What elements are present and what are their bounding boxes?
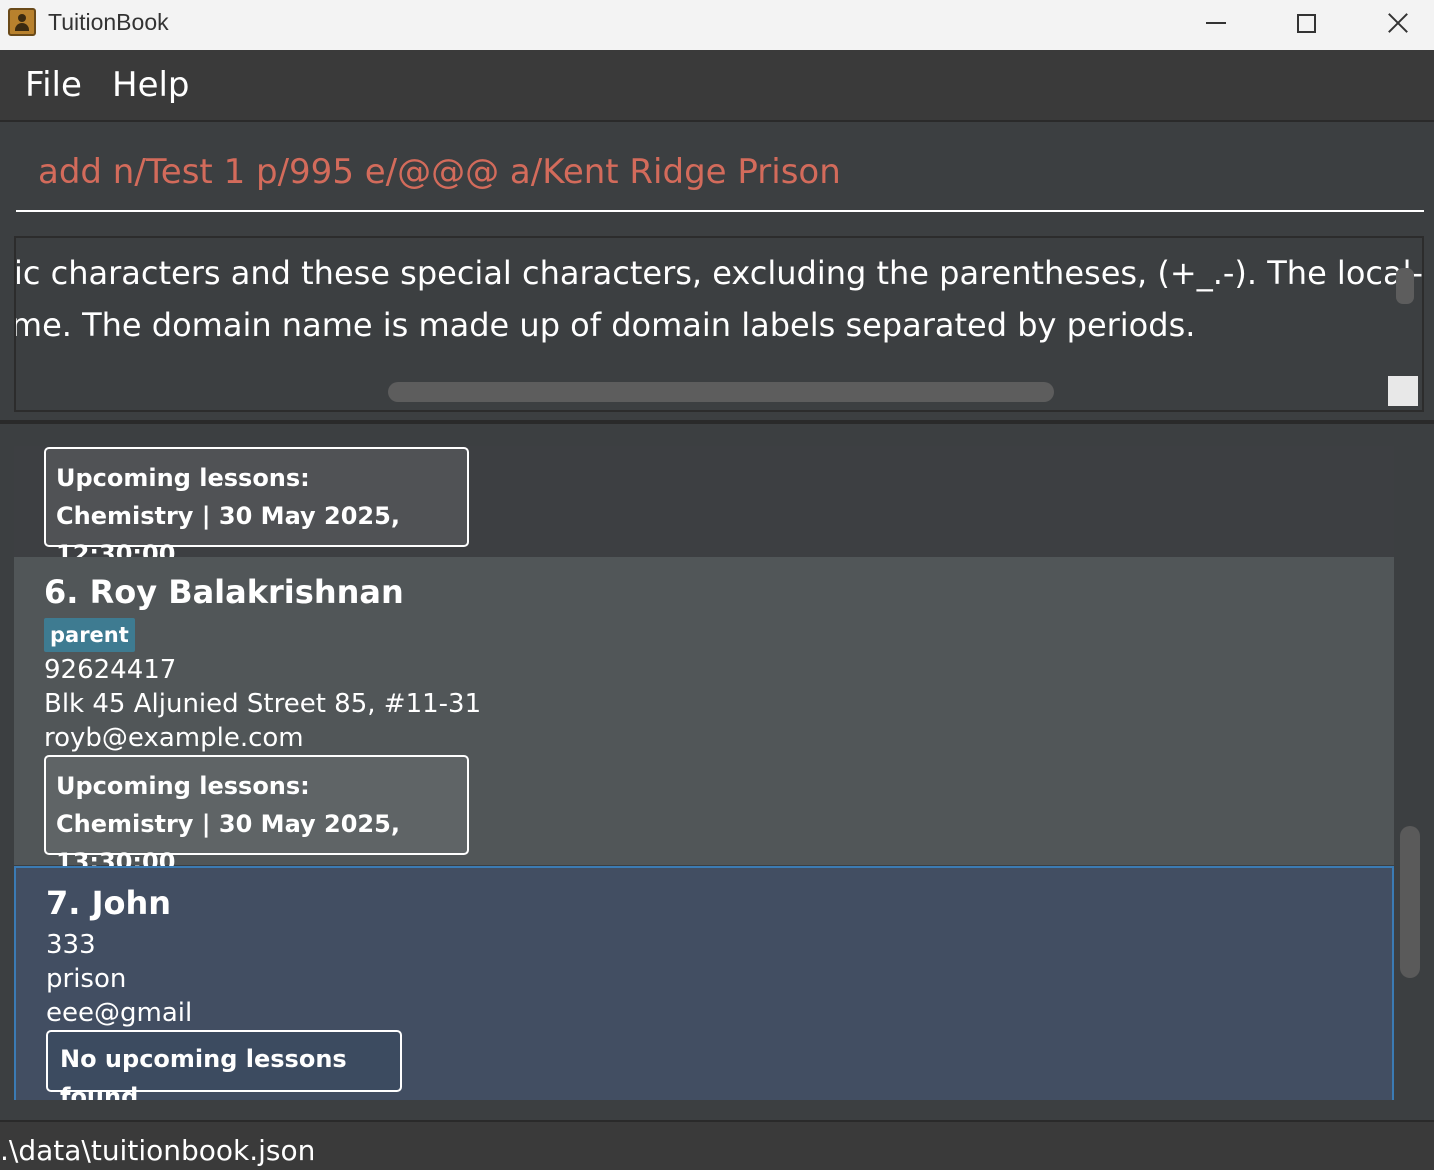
status-bar: .\data\tuitionbook.json xyxy=(0,1120,1434,1170)
person-address: Blk 45 Aljunied Street 85, #11-31 xyxy=(44,689,482,719)
close-icon xyxy=(1387,12,1409,34)
menu-bar: File Help xyxy=(0,50,1434,120)
minimize-icon xyxy=(1206,22,1226,24)
close-button[interactable] xyxy=(1352,0,1434,46)
person-email: eee@gmail xyxy=(46,998,193,1028)
menu-help[interactable]: Help xyxy=(112,65,190,105)
scroll-corner xyxy=(1388,376,1418,406)
tag-badge: parent xyxy=(44,618,135,652)
person-card[interactable]: Upcoming lessons: Chemistry | 30 May 202… xyxy=(14,446,1394,568)
lessons-title: Upcoming lessons: xyxy=(56,464,310,492)
result-line: ıme. The domain name is made up of domai… xyxy=(14,306,1196,344)
person-phone: 92624417 xyxy=(44,655,177,685)
maximize-button[interactable] xyxy=(1260,0,1352,46)
result-horizontal-scrollbar[interactable] xyxy=(388,382,1054,402)
maximize-icon xyxy=(1296,13,1316,33)
result-line: ic characters and these special characte… xyxy=(14,254,1424,292)
result-display: ic characters and these special characte… xyxy=(14,236,1424,412)
minimize-button[interactable] xyxy=(1170,0,1262,46)
lessons-box: Upcoming lessons: Chemistry | 30 May 202… xyxy=(44,447,469,568)
command-box: add n/Test 1 p/995 e/@@@ a/Kent Ridge Pr… xyxy=(0,122,1434,226)
lessons-title: Upcoming lessons: xyxy=(56,772,310,800)
list-vertical-scrollbar[interactable] xyxy=(1400,826,1420,978)
person-email: royb@example.com xyxy=(44,723,304,753)
lessons-box: No upcoming lessons found xyxy=(46,1030,402,1100)
result-vertical-scrollbar[interactable] xyxy=(1396,268,1414,304)
pane-divider xyxy=(0,420,1434,424)
command-text: add n/Test 1 p/995 e/@@@ a/Kent Ridge Pr… xyxy=(38,152,841,192)
app-icon xyxy=(8,8,36,36)
command-input[interactable]: add n/Test 1 p/995 e/@@@ a/Kent Ridge Pr… xyxy=(16,140,1424,212)
person-name: 6. Roy Balakrishnan xyxy=(44,573,404,611)
person-list: Upcoming lessons: Chemistry | 30 May 202… xyxy=(14,446,1394,1100)
person-address: prison xyxy=(46,964,127,994)
menu-file[interactable]: File xyxy=(25,65,82,105)
person-card[interactable]: 6. Roy Balakrishnan parent 92624417 Blk … xyxy=(14,557,1394,876)
person-card-selected[interactable]: 7. John 333 prison eee@gmail No upcoming… xyxy=(14,866,1394,1100)
lessons-box: Upcoming lessons: Chemistry | 30 May 202… xyxy=(44,755,469,876)
window-title: TuitionBook xyxy=(48,9,169,35)
person-name: 7. John xyxy=(46,884,172,922)
save-location: .\data\tuitionbook.json xyxy=(0,1134,316,1167)
title-bar: TuitionBook xyxy=(0,0,1434,50)
person-phone: 333 xyxy=(46,930,96,960)
